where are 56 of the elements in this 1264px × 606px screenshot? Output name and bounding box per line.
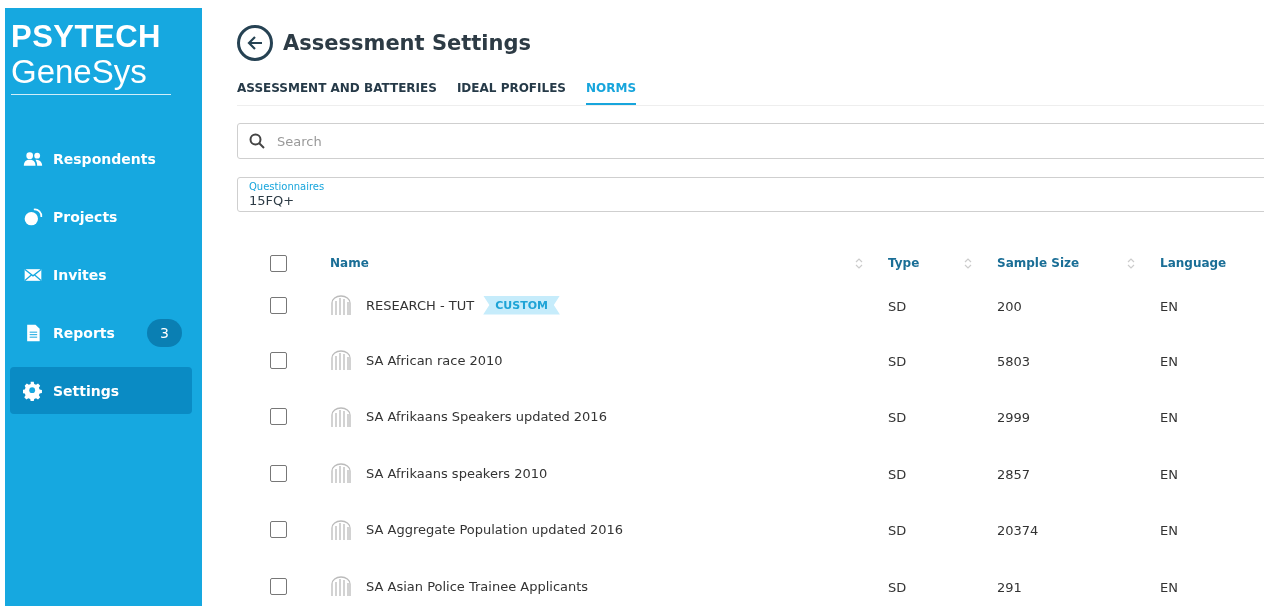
custom-tag: CUSTOM	[483, 295, 560, 315]
tab[interactable]: IDEAL PROFILES	[456, 75, 566, 105]
table-cell: SA Aggregate Population updated 2016	[366, 522, 624, 538]
table-cell: SD	[888, 523, 907, 539]
settings-icon	[23, 380, 43, 401]
table-cell: EN	[1160, 298, 1178, 314]
checkbox[interactable]	[270, 464, 287, 482]
column-header[interactable]: Language	[1160, 256, 1227, 270]
norm-icon	[330, 463, 352, 484]
checkbox[interactable]	[270, 408, 287, 426]
table-cell: 5803	[997, 353, 1031, 369]
count-badge: 3	[147, 318, 182, 347]
back-button[interactable]	[237, 25, 273, 61]
questionnaires-select[interactable]: Questionnaires 15FQ+	[237, 177, 1264, 212]
checkbox[interactable]	[270, 351, 287, 369]
norm-icon	[330, 406, 352, 427]
table-cell: EN	[1160, 466, 1178, 482]
page-title: Assessment Settings	[283, 31, 532, 55]
norm-icon	[330, 350, 352, 371]
table-cell: SA African race 2010	[366, 352, 503, 368]
sidebar-item[interactable]: Settings	[10, 367, 192, 414]
table-cell: 2857	[997, 466, 1031, 482]
sidebar-item[interactable]: Reports 3	[10, 309, 192, 356]
table-cell: EN	[1160, 353, 1178, 369]
table-cell: EN	[1160, 523, 1178, 539]
checkbox[interactable]	[270, 577, 287, 595]
table-cell: 291	[997, 579, 1022, 595]
column-header[interactable]: Sample Size	[997, 256, 1080, 270]
search-icon	[249, 133, 265, 149]
circles-icon	[23, 206, 43, 227]
table-cell: SD	[888, 466, 907, 482]
checkbox[interactable]	[270, 254, 287, 272]
table-cell: SD	[888, 410, 907, 426]
search-field[interactable]: Search	[237, 123, 1264, 159]
table-cell: 20374	[997, 523, 1039, 539]
norm-icon	[330, 576, 352, 597]
table-cell: EN	[1160, 579, 1178, 595]
norm-icon	[330, 519, 352, 540]
table-cell: 2999	[997, 410, 1031, 426]
table-cell: SD	[888, 298, 907, 314]
tab[interactable]: ASSESSMENT AND BATTERIES	[237, 75, 437, 105]
column-header[interactable]: Type	[888, 256, 920, 270]
table-cell: 200	[997, 298, 1022, 314]
table-cell: SD	[888, 579, 907, 595]
table-cell: SA Asian Police Trainee Applicants	[366, 578, 589, 594]
back-arrow-icon	[246, 34, 264, 52]
table-cell: EN	[1160, 410, 1178, 426]
logo: PSYTECH GeneSys	[11, 20, 171, 95]
table-cell: RESEARCH - TUT	[366, 297, 475, 313]
table-cell: SD	[888, 353, 907, 369]
checkbox[interactable]	[270, 521, 287, 539]
table-cell: SA Afrikaans speakers 2010	[366, 465, 548, 481]
norm-icon	[330, 295, 352, 315]
table-cell: SA Afrikaans Speakers updated 2016	[366, 409, 607, 425]
checkbox[interactable]	[270, 296, 287, 314]
column-header[interactable]: Name	[330, 256, 369, 270]
